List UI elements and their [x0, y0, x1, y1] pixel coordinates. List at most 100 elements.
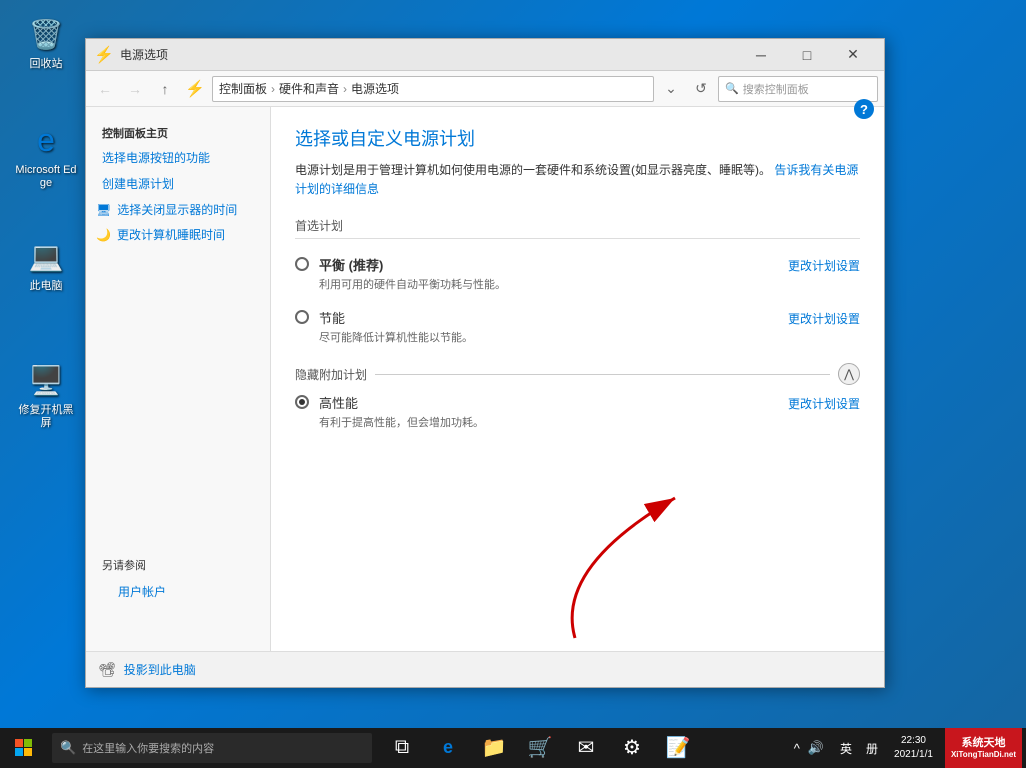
- desktop-icon-recycle-bin[interactable]: 🗑️ 回收站: [14, 14, 78, 71]
- taskbar-search-box[interactable]: 🔍 在这里输入你要搜索的内容: [52, 733, 372, 763]
- system-clock[interactable]: 22:30 2021/1/1: [888, 734, 939, 762]
- taskbar-right: ^ 🔊 英 册 22:30 2021/1/1 系统天地 XiTongTianDi…: [788, 728, 1026, 768]
- powersave-change-link[interactable]: 更改计划设置: [788, 308, 860, 327]
- window-controls: ─ □ ✕: [738, 39, 876, 71]
- preferred-label: 首选计划: [295, 217, 860, 239]
- breadcrumb-hardware: 硬件和声音: [279, 80, 339, 97]
- red-arrow: [495, 468, 725, 648]
- plan-row-highperf: 高性能 有利于提高性能，但会增加功耗。 更改计划设置: [295, 385, 860, 438]
- powersave-radio-col: [295, 308, 319, 327]
- brand-box: 系统天地 XiTongTianDi.net: [945, 728, 1022, 768]
- up-button[interactable]: ↑: [152, 76, 178, 102]
- taskbar: 🔍 在这里输入你要搜索的内容 ⧉ e 📁 🛒 ✉ ⚙ 📝 ^ 🔊 英 册 22:…: [0, 728, 1026, 768]
- close-button[interactable]: ✕: [830, 39, 876, 71]
- main-content: 选择或自定义电源计划 电源计划是用于管理计算机如何使用电源的一套硬件和系统设置(…: [271, 107, 884, 651]
- powersave-name: 节能: [319, 308, 788, 327]
- fix-blackscreen-label: 修复开机黑屏: [14, 404, 78, 430]
- highperf-change-link[interactable]: 更改计划设置: [788, 393, 860, 412]
- balanced-radio-col: [295, 255, 319, 274]
- system-tray: ^ 🔊: [788, 740, 830, 756]
- desktop-icon-fix-blackscreen[interactable]: 🖥️ 修复开机黑屏: [14, 360, 78, 430]
- search-icon: 🔍: [725, 82, 739, 95]
- recycle-bin-icon: 🗑️: [26, 14, 66, 54]
- back-button[interactable]: ←: [92, 76, 118, 102]
- balanced-info: 平衡 (推荐) 利用可用的硬件自动平衡功耗与性能。: [319, 255, 788, 292]
- main-title: 选择或自定义电源计划: [295, 125, 860, 151]
- window-title: 电源选项: [120, 46, 738, 63]
- edge-icon: e: [26, 120, 66, 160]
- tray-caret-icon[interactable]: ^: [794, 741, 800, 756]
- balanced-desc: 利用可用的硬件自动平衡功耗与性能。: [319, 276, 788, 292]
- taskbar-search-placeholder: 在这里输入你要搜索的内容: [82, 740, 214, 756]
- hidden-toggle-button[interactable]: ⋀: [838, 363, 860, 385]
- sleep-label: 更改计算机睡眠时间: [117, 226, 225, 243]
- powersave-desc: 尽可能降低计算机性能以节能。: [319, 329, 788, 345]
- sidebar-link-screen-off[interactable]: 🖥 选择关闭显示器的时间: [86, 197, 270, 222]
- this-pc-label: 此电脑: [14, 280, 78, 293]
- help-icon-button[interactable]: ?: [854, 99, 874, 119]
- powersave-info: 节能 尽可能降低计算机性能以节能。: [319, 308, 788, 345]
- volume-icon[interactable]: 🔊: [808, 740, 824, 756]
- maximize-button[interactable]: □: [784, 39, 830, 71]
- edge-taskbar-button[interactable]: e: [426, 729, 470, 767]
- breadcrumb-panel: 控制面板: [219, 80, 267, 97]
- highperf-info: 高性能 有利于提高性能，但会增加功耗。: [319, 393, 788, 430]
- sidebar-link-power-btn[interactable]: 选择电源按钮的功能: [86, 145, 270, 171]
- highperf-radio-col: [295, 393, 319, 412]
- ime-indicator[interactable]: 册: [862, 740, 882, 757]
- desktop-icon-this-pc[interactable]: 💻 此电脑: [14, 236, 78, 293]
- clock-date: 2021/1/1: [894, 748, 933, 762]
- forward-button[interactable]: →: [122, 76, 148, 102]
- dropdown-button[interactable]: ⌄: [658, 76, 684, 102]
- hidden-divider: [375, 374, 830, 375]
- window-title-icon: ⚡: [94, 45, 114, 65]
- brand-url: XiTongTianDi.net: [951, 750, 1016, 760]
- address-path[interactable]: 控制面板 › 硬件和声音 › 电源选项: [212, 76, 654, 102]
- screen-icon: 🖥: [96, 203, 111, 217]
- sidebar-user-account[interactable]: 用户帐户: [102, 579, 254, 605]
- explorer-taskbar-button[interactable]: 📁: [472, 729, 516, 767]
- settings-taskbar-button[interactable]: ⚙: [610, 729, 654, 767]
- window-titlebar: ⚡ 电源选项 ─ □ ✕: [86, 39, 884, 71]
- window-bottom-bar: 📽 投影到此电脑: [86, 651, 884, 687]
- bottom-project-link[interactable]: 投影到此电脑: [124, 661, 196, 678]
- sidebar-link-create-plan[interactable]: 创建电源计划: [86, 171, 270, 197]
- desktop-icon-edge[interactable]: e Microsoft Edge: [14, 120, 78, 190]
- edge-label: Microsoft Edge: [14, 164, 78, 190]
- main-desc: 电源计划是用于管理计算机如何使用电源的一套硬件和系统设置(如显示器亮度、睡眠等)…: [295, 161, 860, 199]
- start-button[interactable]: [0, 728, 48, 768]
- sidebar-link-sleep-time[interactable]: 🌙 更改计算机睡眠时间: [86, 222, 270, 247]
- window-body: 控制面板主页 选择电源按钮的功能 创建电源计划 🖥 选择关闭显示器的时间 🌙 更…: [86, 107, 884, 651]
- highperf-radio[interactable]: [295, 395, 309, 409]
- refresh-button[interactable]: ↺: [688, 76, 714, 102]
- balanced-name: 平衡 (推荐): [319, 255, 788, 274]
- search-box[interactable]: 🔍 搜索控制面板: [718, 76, 878, 102]
- hidden-section: 隐藏附加计划 ⋀ 高性能 有利于提高性能，但会增加功耗。 更改计划设: [295, 363, 860, 438]
- breadcrumb-power: 电源选项: [351, 80, 399, 97]
- project-icon: 📽: [98, 661, 116, 678]
- powersave-radio[interactable]: [295, 310, 309, 324]
- word-taskbar-button[interactable]: 📝: [656, 729, 700, 767]
- language-indicator[interactable]: 英: [836, 740, 856, 757]
- task-view-button[interactable]: ⧉: [380, 729, 424, 767]
- power-options-window: ⚡ 电源选项 ─ □ ✕ ← → ↑ ⚡ 控制面板 › 硬件和声音 › 电源选项…: [85, 38, 885, 688]
- windows-logo-icon: [15, 739, 33, 757]
- highperf-desc: 有利于提高性能，但会增加功耗。: [319, 414, 788, 430]
- main-desc-text: 电源计划是用于管理计算机如何使用电源的一套硬件和系统设置(如显示器亮度、睡眠等)…: [295, 163, 771, 177]
- search-placeholder: 搜索控制面板: [743, 81, 809, 97]
- store-taskbar-button[interactable]: 🛒: [518, 729, 562, 767]
- balanced-radio[interactable]: [295, 257, 309, 271]
- plan-row-balanced: 平衡 (推荐) 利用可用的硬件自动平衡功耗与性能。 更改计划设置: [295, 247, 860, 300]
- sleep-icon: 🌙: [96, 228, 111, 242]
- desktop: 🗑️ 回收站 e Microsoft Edge 💻 此电脑 🖥️ 修复开机黑屏 …: [0, 0, 1026, 768]
- taskbar-search-icon: 🔍: [60, 740, 76, 756]
- sidebar-section-title: 控制面板主页: [86, 117, 270, 145]
- hidden-label: 隐藏附加计划: [295, 366, 367, 383]
- this-pc-icon: 💻: [26, 236, 66, 276]
- also-see-title: 另请参阅: [102, 557, 254, 573]
- minimize-button[interactable]: ─: [738, 39, 784, 71]
- fix-blackscreen-icon: 🖥️: [26, 360, 66, 400]
- mail-taskbar-button[interactable]: ✉: [564, 729, 608, 767]
- balanced-change-link[interactable]: 更改计划设置: [788, 255, 860, 274]
- also-see-section: 另请参阅 用户帐户: [86, 547, 270, 615]
